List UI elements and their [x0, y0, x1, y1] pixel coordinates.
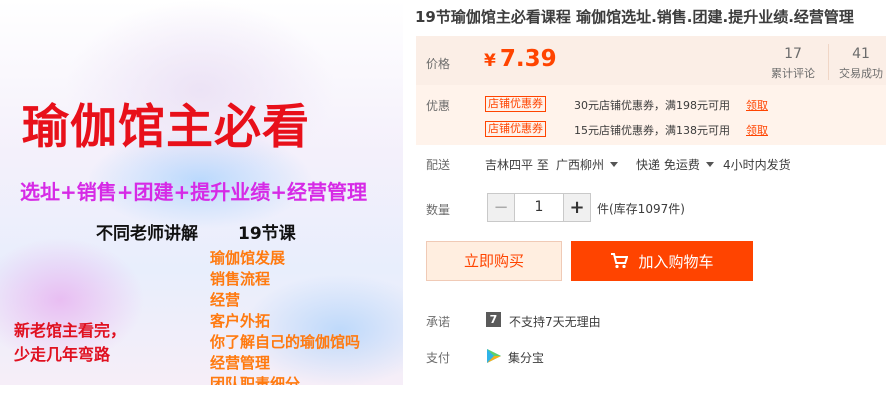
quantity-input[interactable]: 1	[514, 194, 564, 221]
seven-day-icon: 7	[486, 312, 501, 327]
chevron-down-icon	[705, 162, 714, 167]
price-amount: 7.39	[499, 46, 557, 72]
promise-label: 承诺	[426, 315, 451, 329]
deals-stat: 41 交易成功	[826, 46, 894, 81]
chevron-down-icon	[610, 162, 619, 167]
promo-label: 优惠	[426, 99, 451, 113]
cart-icon	[611, 253, 629, 269]
image-subline: 选址+销售+团建+提升业绩+经营管理	[20, 180, 368, 204]
coupon-tag: 店铺优惠券	[485, 96, 546, 112]
shipping-from: 吉林四平 至	[485, 158, 549, 172]
currency-symbol: ¥	[484, 51, 496, 71]
image-newowner-line2: 少走几年弯路	[14, 345, 111, 364]
increment-button[interactable]: +	[564, 194, 590, 221]
price-label: 价格	[426, 57, 451, 71]
stock-info: 件(库存1097件)	[597, 202, 685, 216]
image-topic: 客户外拓	[210, 312, 271, 330]
image-lessons: 19节课	[238, 224, 296, 244]
shipping-destination: 广西柳州	[556, 158, 605, 172]
image-headline: 瑜伽馆主必看	[22, 100, 310, 155]
buy-now-button[interactable]: 立即购买	[426, 241, 562, 281]
shipping-method: 快递 免运费	[636, 158, 700, 172]
promise-text: 不支持7天无理由	[509, 315, 601, 329]
price-value: ¥7.39	[484, 46, 557, 72]
payment-text: 集分宝	[508, 351, 545, 365]
claim-coupon-link[interactable]: 领取	[746, 122, 768, 138]
coupon-text: 30元店铺优惠券，满198元可用	[574, 99, 730, 112]
shipping-time: 4小时内发货	[723, 158, 791, 172]
shipping-label: 配送	[426, 158, 451, 172]
add-to-cart-label: 加入购物车	[638, 252, 714, 271]
shipping-method-select[interactable]: 快递 免运费	[636, 156, 714, 173]
jifenbao-icon	[487, 349, 501, 363]
reviews-count: 17	[784, 46, 802, 62]
claim-coupon-link[interactable]: 领取	[746, 97, 768, 113]
image-topic: 瑜伽馆发展	[210, 249, 286, 267]
product-image[interactable]: 瑜伽馆主必看 选址+销售+团建+提升业绩+经营管理 不同老师讲解 19节课 瑜伽…	[0, 0, 403, 385]
product-title: 19节瑜伽馆主必看课程 瑜伽馆选址.销售.团建.提升业绩.经营管理	[415, 8, 854, 26]
coupon-text: 15元店铺优惠券，满138元可用	[574, 124, 730, 137]
payment-label: 支付	[426, 351, 451, 365]
image-topic: 团队职责细分	[210, 375, 301, 385]
coupon-tag: 店铺优惠券	[485, 121, 546, 137]
add-to-cart-button[interactable]: 加入购物车	[571, 241, 753, 281]
reviews-label: 累计评论	[771, 67, 815, 80]
decrement-button[interactable]: −	[488, 194, 514, 221]
image-topic: 销售流程	[210, 270, 271, 288]
image-teachers: 不同老师讲解	[96, 224, 198, 244]
quantity-label: 数量	[426, 203, 451, 217]
deals-count: 41	[852, 46, 870, 62]
image-topic: 经营	[210, 291, 241, 309]
image-newowner-line1: 新老馆主看完，	[14, 321, 127, 340]
deals-label: 交易成功	[839, 67, 883, 80]
image-topic: 经营管理	[210, 354, 271, 372]
shipping-destination-select[interactable]: 广西柳州	[556, 156, 619, 173]
reviews-stat[interactable]: 17 累计评论	[758, 46, 828, 81]
quantity-stepper: − 1 +	[487, 193, 591, 222]
image-topic: 你了解自己的瑜伽馆吗	[210, 333, 361, 351]
